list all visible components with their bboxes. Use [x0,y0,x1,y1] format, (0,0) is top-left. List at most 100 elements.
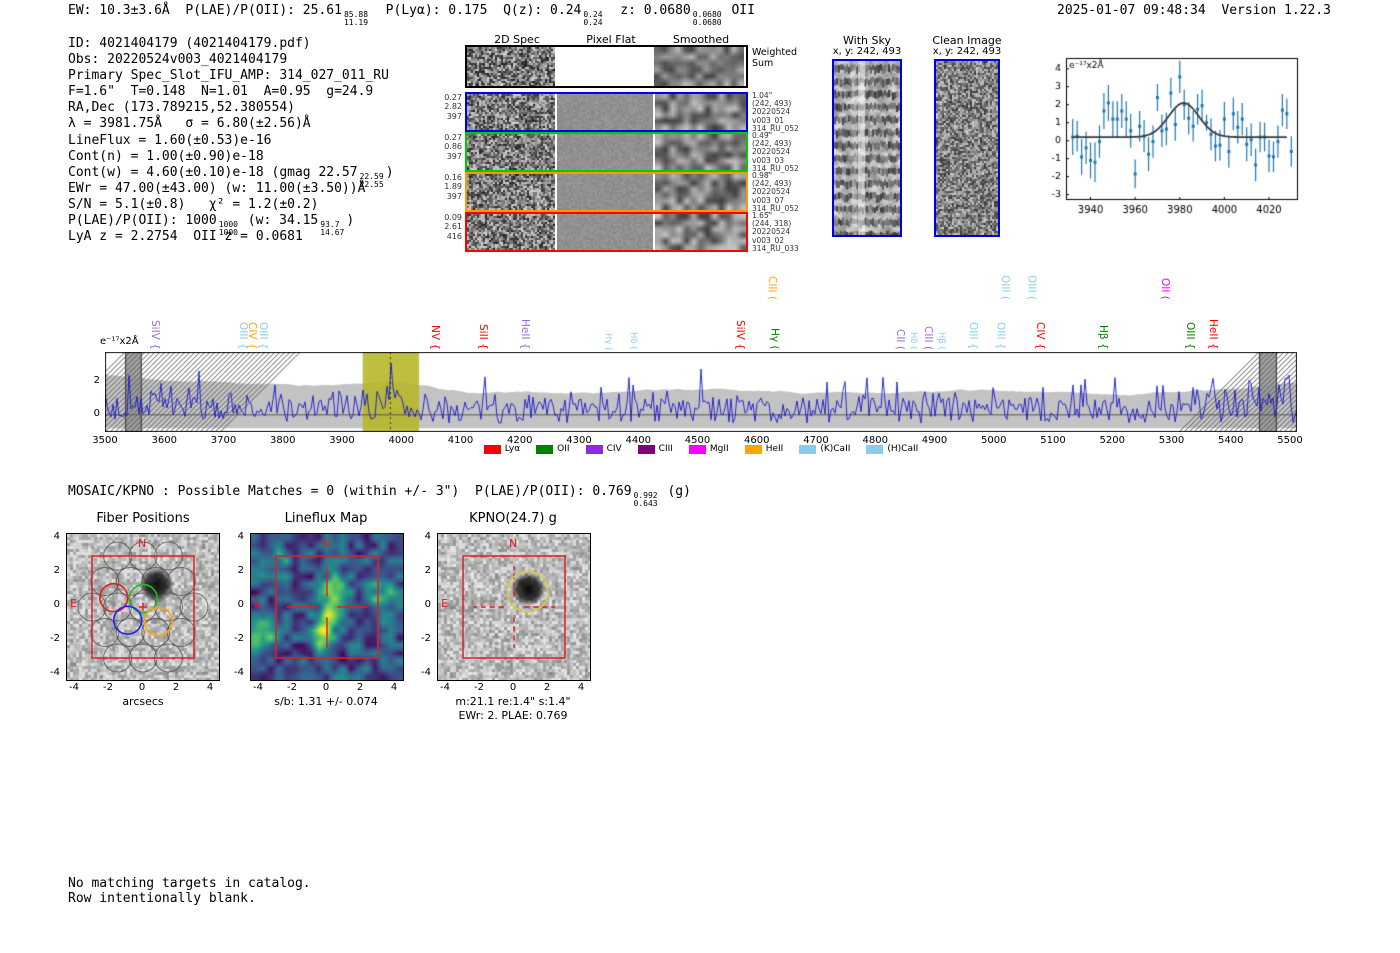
legend-item: (K)CaII [799,444,850,454]
legend-swatch [585,444,603,454]
row-pixelflat-image [557,134,653,170]
legend-label: HeII [765,444,784,454]
legend-label: (H)CaII [887,444,919,454]
text-segment: RA,Dec (173.789215,52.380554) [68,100,295,116]
spec2d-row [465,172,748,212]
spec2d-row-left-labels: 0.16 1.89 397 [444,173,462,201]
text-segment: ID: 4021404179 (4021404179.pdf) [68,36,311,51]
spec2d-row-left-labels: 0.27 0.86 397 [444,133,462,161]
with-sky-image-frame [832,59,902,237]
line-annotation: Hγ ( [603,332,614,350]
legend-item: CIII [637,444,673,454]
info-line: LineFlux = 1.60(±0.53)e-16 [68,133,394,149]
row-smoothed-image [655,94,746,130]
legend-label: Lyα [504,444,521,454]
row-smoothed-image [655,174,746,210]
row-pixelflat-image [557,94,653,130]
kpno-image [438,534,590,680]
fiber-positions-image [67,534,219,680]
panel-ytick: 2 [53,565,60,576]
spec2d-row-right-labels: 0.98" (242, 493) 20220524 v003_07 314_RU_052 [752,171,799,213]
legend-label: CIV [606,444,622,454]
row-pixelflat-image [557,214,653,250]
compass-east-label: E [254,597,261,610]
line-annotation: SiII { [477,324,489,350]
line-fit-chart [1040,52,1302,224]
weighted-sum-label: Weighted Sum [752,47,797,69]
spec2d-row [465,92,748,132]
text-segment: LyA z = 2.2754 OII z = 0.0681 [68,229,303,245]
info-line: P(LAE)/P(OII): 1000 1000 1000 (w: 34.15 93.… [68,213,394,237]
lineflux-map-image [251,534,403,680]
legend-label: (K)CaII [820,444,851,454]
kpno-panel [437,533,591,681]
panel-ytick: 0 [53,599,60,610]
legend-item: MgII [688,444,729,454]
panel-xtick: -4 [253,682,263,693]
row-2dspec-image [467,174,555,210]
clean-image-frame [934,59,1000,237]
line-annotation: CIII ( [766,275,779,300]
mosaic-kpno-header: MOSAIC/KPNO : Possible Matches = 0 (with… [68,484,691,508]
line-annotation: HeII { [1206,319,1219,350]
lineflux-caption: s/b: 1.31 +/- 0.074 [274,695,378,708]
compass-east-label: E [441,597,448,610]
panel-ytick: 2 [237,565,244,576]
legend-item: (H)CaII [866,444,918,454]
info-line: λ = 3981.75Å σ = 6.80(±2.56)Å [68,116,394,132]
text-segment: ) [385,164,394,180]
weighted-sum-label-line1: Weighted [752,47,797,58]
legend-item: OII [536,444,570,454]
line-annotation: Hδ ( [627,332,638,350]
row-2dspec-image [467,134,555,170]
text-segment: ) [346,213,355,229]
row-2dspec-image [467,94,555,130]
line-annotation: OIII ( [999,275,1011,300]
lineflux-map-title: Lineflux Map [284,511,368,526]
lineflux-map-panel [250,533,404,681]
info-line: EWr = 47.00(±43.00) (w: 11.00(±3.50))Å [68,181,394,197]
text-segment: EWr = 47.00(±43.00) (w: 11.00(±3.50))Å [68,180,366,196]
line-annotation: SiIV { [148,320,161,350]
timestamp: 2025-01-07 09:48:34 [1057,3,1206,18]
panel-xtick: -2 [474,682,484,693]
text-segment: (w: 34.15 [239,213,319,229]
text-segment: (g) [659,484,691,499]
info-line: Cont(w) = 4.60(±0.10)e-18 (gmag 22.57 22.… [68,164,394,189]
spec2d-rows [465,92,748,252]
line-annotation: CII ( [894,329,907,350]
text-segment: z: 0.0680 [604,3,691,18]
legend-swatch [536,444,554,454]
panel-xtick: 0 [509,682,517,693]
text-segment: Primary Spec_Slot_IFU_AMP: 314_027_011_R… [68,68,389,84]
panel-xtick: 2 [172,682,180,693]
panel-xtick: 0 [322,682,330,693]
weighted-sum-row [465,45,748,88]
text-segment: S/N = 5.1(±0.8) χ² = 1.2(±0.2) [68,196,319,212]
text-segment: Obs: 20220524v003_4021404179 [68,52,288,68]
info-line: RA,Dec (173.789215,52.380554) [68,100,394,116]
line-annotation: Hγ ( [768,328,781,350]
legend-swatch [866,444,884,454]
panel-ytick: -4 [421,667,431,678]
info-line: S/N = 5.1(±0.8) χ² = 1.2(±0.2) [68,197,394,213]
legend-item: Lyα [483,444,521,454]
legend-label: MgII [709,444,729,454]
weighted-sum-label-line2: Sum [752,58,774,69]
row-pixelflat-image [557,174,653,210]
panel-xtick: 4 [206,682,214,693]
version-label: Version 1.22.3 [1221,3,1331,18]
clean-image [936,61,998,235]
legend-swatch [688,444,706,454]
spectrum-unit-label: e⁻¹⁷x2Å [100,336,139,347]
detection-info-block: ID: 4021404179 (4021404179.pdf) Obs: 2022… [68,36,394,245]
kpno-caption-2: EWr: 2. PLAE: 0.769 [458,709,568,722]
with-sky-image [834,61,900,235]
legend-item: CIV [585,444,622,454]
spec2d-row-left-labels: 0.09 2.61 416 [444,213,462,241]
panel-xtick: -2 [103,682,113,693]
info-line: ID: 4021404179 (4021404179.pdf) [68,36,394,52]
line-annotation: OII ( [1158,278,1171,300]
info-line: Primary Spec_Slot_IFU_AMP: 314_027_011_R… [68,68,394,84]
text-segment: P(Lyα): 0.175 Q(z): 0.24 [370,3,582,18]
